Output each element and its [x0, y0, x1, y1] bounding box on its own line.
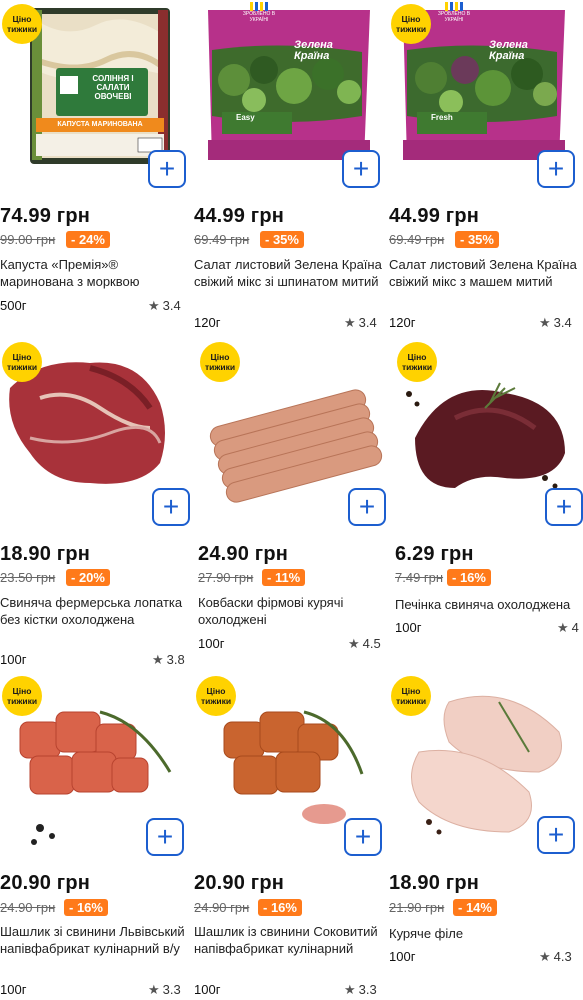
- product-card[interactable]: Ціно тижики + 6.29 грн 7.49 грн - 16% Печ…: [395, 338, 583, 668]
- discount-badge: - 24%: [66, 231, 110, 248]
- discount-badge: - 16%: [447, 569, 491, 586]
- promo-badge: Ціно тижики: [391, 676, 431, 716]
- product-name[interactable]: Салат листовий Зелена Країна свіжий мікс…: [389, 256, 579, 290]
- promo-badge: Ціно тижики: [200, 342, 240, 382]
- add-to-cart-button[interactable]: +: [148, 150, 186, 188]
- product-rating: ★ 3.4: [539, 315, 572, 330]
- add-to-cart-button[interactable]: +: [348, 488, 386, 526]
- variant-label: Fresh: [431, 113, 453, 122]
- product-name[interactable]: Шашлик зі свинини Львівський напівфабрик…: [0, 923, 190, 957]
- promo-badge: Ціно тижики: [2, 342, 42, 382]
- discount-badge: - 35%: [260, 231, 304, 248]
- star-icon: ★: [148, 982, 160, 997]
- old-price: 69.49 грн: [194, 232, 250, 247]
- add-to-cart-button[interactable]: +: [545, 488, 583, 526]
- product-rating: ★ 3.3: [344, 982, 377, 997]
- product-rating: ★ 3.3: [148, 982, 181, 997]
- price: 18.90 грн: [0, 543, 91, 565]
- product-card[interactable]: Ціно тижики + 18.90 грн 23.50 грн - 20% С…: [0, 338, 194, 668]
- promo-badge: Ціно тижики: [397, 342, 437, 382]
- product-weight: 120г: [389, 315, 416, 330]
- discount-badge: - 16%: [258, 899, 302, 916]
- old-price: 7.49 грн: [395, 570, 444, 585]
- old-price: 21.90 грн: [389, 900, 445, 915]
- discount-badge: - 14%: [453, 899, 497, 916]
- add-to-cart-button[interactable]: +: [342, 150, 380, 188]
- add-to-cart-button[interactable]: +: [344, 818, 382, 856]
- label-bottom: КАПУСТА МАРИНОВАНА: [57, 121, 143, 128]
- star-icon: ★: [148, 298, 160, 313]
- star-icon: ★: [344, 982, 356, 997]
- product-card[interactable]: Ціно тижики + 18.90 грн 21.90 грн - 14% К…: [389, 672, 583, 1000]
- brand-logo: Зелена Країна: [294, 39, 333, 62]
- product-card[interactable]: Зелена Країна Easy ЗРОБЛЕНО В УКРАЇНІ + …: [194, 0, 388, 330]
- add-to-cart-button[interactable]: +: [537, 150, 575, 188]
- made-in-ukraine-icon: ЗРОБЛЕНО В УКРАЇНІ: [437, 2, 471, 32]
- add-to-cart-button[interactable]: +: [146, 818, 184, 856]
- product-card[interactable]: СОЛІННЯ І САЛАТИ ОВОЧЕВІ КАПУСТА МАРИНОВ…: [0, 0, 194, 330]
- star-icon: ★: [152, 652, 164, 667]
- star-icon: ★: [539, 315, 551, 330]
- price: 20.90 грн: [194, 872, 285, 894]
- product-rating: ★ 3.8: [152, 652, 185, 667]
- old-price: 24.90 грн: [194, 900, 250, 915]
- product-weight: 100г: [194, 982, 221, 997]
- discount-badge: - 16%: [64, 899, 108, 916]
- discount-badge: - 20%: [66, 569, 110, 586]
- old-price: 27.90 грн: [198, 570, 254, 585]
- star-icon: ★: [539, 949, 551, 964]
- discount-badge: - 11%: [262, 569, 306, 586]
- made-in-ukraine-icon: ЗРОБЛЕНО В УКРАЇНІ: [242, 2, 276, 32]
- price: 74.99 грн: [0, 205, 91, 227]
- product-card[interactable]: Ціно тижики + 24.90 грн 27.90 грн - 11% К…: [198, 338, 392, 668]
- product-card[interactable]: Ціно тижики + 20.90 грн 24.90 грн - 16% Ш…: [0, 672, 194, 1000]
- product-weight: 100г: [198, 636, 225, 651]
- star-icon: ★: [344, 315, 356, 330]
- price: 24.90 грн: [198, 543, 289, 565]
- product-rating: ★ 3.4: [148, 298, 181, 313]
- brand-logo: Зелена Країна: [489, 39, 528, 62]
- product-name[interactable]: Шашлик із свинини Соковитий напівфабрика…: [194, 923, 384, 957]
- price: 44.99 грн: [389, 205, 480, 227]
- add-to-cart-button[interactable]: +: [537, 816, 575, 854]
- product-name[interactable]: Свиняча фермерська лопатка без кістки ох…: [0, 594, 190, 628]
- product-weight: 100г: [0, 652, 27, 667]
- product-weight: 100г: [395, 620, 422, 635]
- product-rating: ★ 4: [557, 620, 579, 635]
- product-weight: 100г: [0, 982, 27, 997]
- promo-badge: Ціно тижики: [2, 4, 42, 44]
- product-name[interactable]: Капуста «Премія»® маринована з морквою: [0, 256, 190, 290]
- add-to-cart-button[interactable]: +: [152, 488, 190, 526]
- promo-badge: Ціно тижики: [391, 4, 431, 44]
- promo-badge: Ціно тижики: [2, 676, 42, 716]
- discount-badge: - 35%: [455, 231, 499, 248]
- product-weight: 500г: [0, 298, 27, 313]
- product-name[interactable]: Ковбаски фірмові курячі охолоджені: [198, 594, 388, 628]
- product-name[interactable]: Куряче філе: [389, 925, 579, 942]
- old-price: 24.90 грн: [0, 900, 56, 915]
- variant-label: Easy: [236, 113, 255, 122]
- price: 44.99 грн: [194, 205, 285, 227]
- product-card[interactable]: Ціно тижики + 20.90 грн 24.90 грн - 16% Ш…: [194, 672, 388, 1000]
- price: 18.90 грн: [389, 872, 480, 894]
- product-rating: ★ 4.3: [539, 949, 572, 964]
- product-card[interactable]: Зелена Країна Fresh ЗРОБЛЕНО В УКРАЇНІ Ц…: [389, 0, 583, 330]
- label-top: СОЛІННЯ І САЛАТИ ОВОЧЕВІ: [92, 74, 134, 101]
- product-rating: ★ 4.5: [348, 636, 381, 651]
- star-icon: ★: [557, 620, 569, 635]
- product-name[interactable]: Салат листовий Зелена Країна свіжий мікс…: [194, 256, 384, 290]
- product-name[interactable]: Печінка свиняча охолоджена: [395, 596, 583, 613]
- star-icon: ★: [348, 636, 360, 651]
- old-price: 23.50 грн: [0, 570, 56, 585]
- product-weight: 120г: [194, 315, 221, 330]
- promo-badge: Ціно тижики: [196, 676, 236, 716]
- old-price: 99.00 грн: [0, 232, 56, 247]
- product-weight: 100г: [389, 949, 416, 964]
- product-rating: ★ 3.4: [344, 315, 377, 330]
- price: 6.29 грн: [395, 543, 474, 565]
- price: 20.90 грн: [0, 872, 91, 894]
- old-price: 69.49 грн: [389, 232, 445, 247]
